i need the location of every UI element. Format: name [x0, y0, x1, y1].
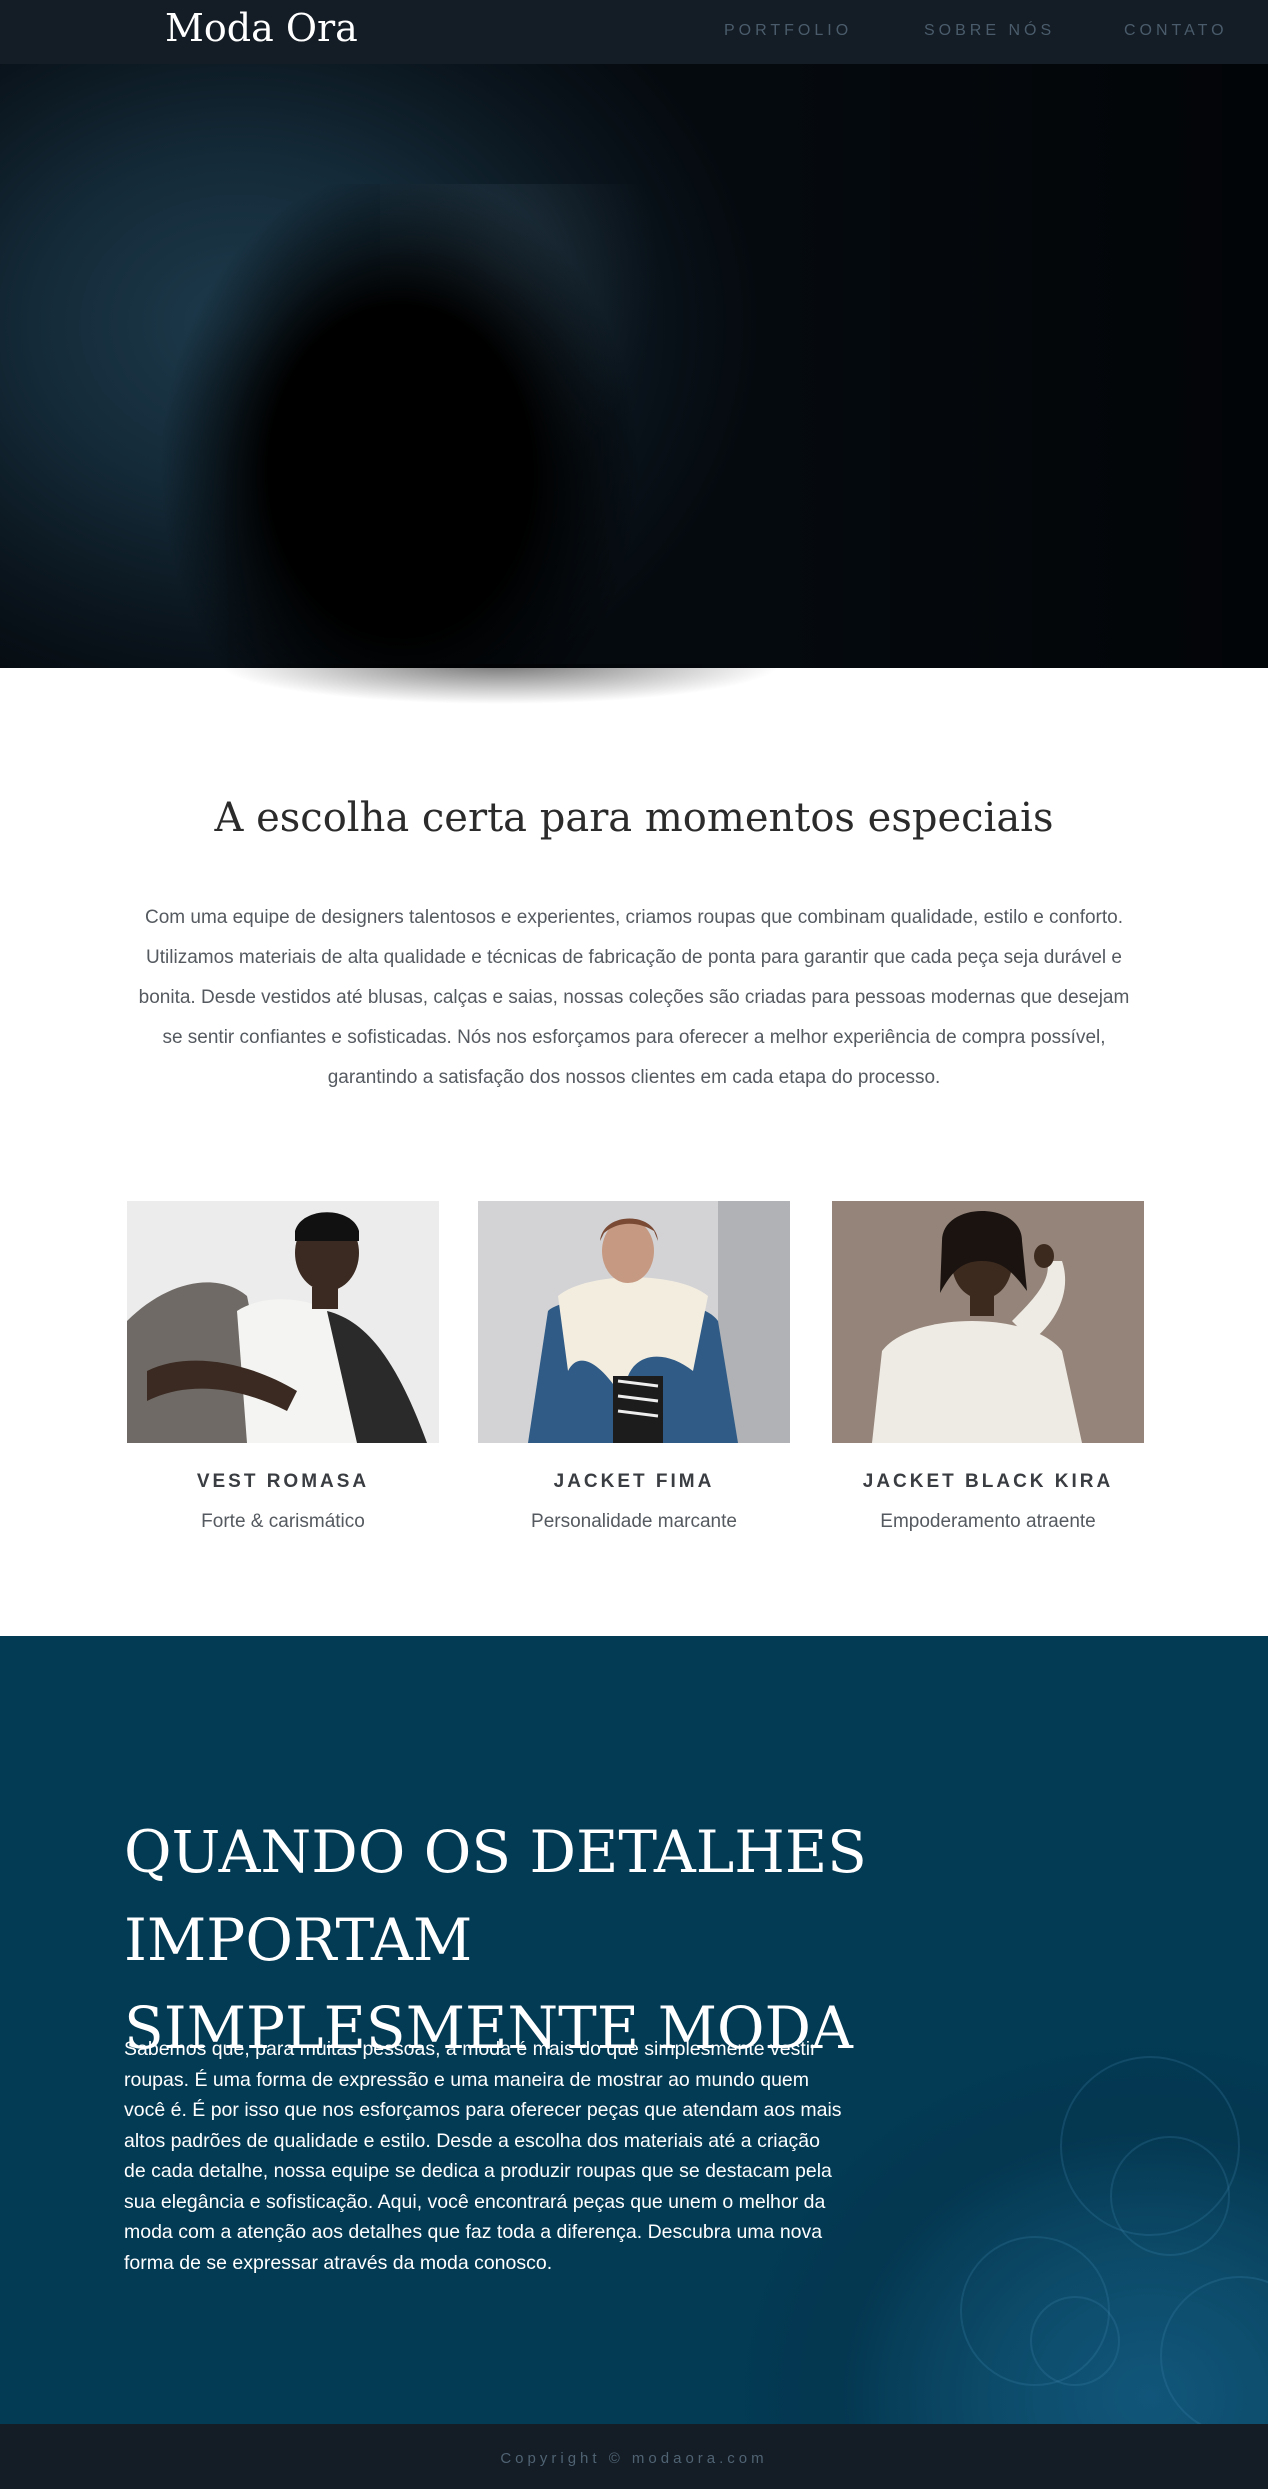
- hero-image: [0, 64, 1268, 668]
- product-description: Personalidade marcante: [531, 1511, 737, 1532]
- product-card-jacket-fima[interactable]: JACKET FIMA Personalidade marcante: [478, 1201, 790, 1533]
- product-description: Empoderamento atraente: [880, 1511, 1096, 1532]
- man-in-plaid-blazer-photo: [127, 1201, 439, 1443]
- product-photo[interactable]: [127, 1201, 439, 1443]
- ornament-swirl: [1110, 2136, 1230, 2256]
- nav-link-sobre-nos[interactable]: SOBRE NÓS: [924, 22, 1124, 40]
- feature-text: Sabemos que, para muitas pessoas, a moda…: [124, 2038, 842, 2274]
- hero-shadow: [220, 664, 780, 744]
- site-logo[interactable]: Moda Ora: [165, 6, 358, 50]
- hero-model-silhouette: [140, 184, 660, 668]
- main-nav: PORTFOLIO SOBRE NÓS CONTATO: [724, 22, 1268, 40]
- product-photo[interactable]: [832, 1201, 1144, 1443]
- product-card-jacket-black-kira[interactable]: JACKET BLACK KIRA Empoderamento atraente: [832, 1201, 1144, 1533]
- hero-shade: [748, 64, 1268, 668]
- product-card-vest-romasa[interactable]: VEST ROMASA Forte & carismático: [127, 1201, 439, 1533]
- about-title: A escolha certa para momentos especiais: [214, 795, 1054, 841]
- about-text: Com uma equipe de designers talentosos e…: [138, 907, 1130, 1088]
- site-header: Moda Ora PORTFOLIO SOBRE NÓS CONTATO: [0, 0, 1268, 64]
- product-description: Forte & carismático: [201, 1511, 365, 1532]
- product-name[interactable]: VEST ROMASA: [127, 1471, 439, 1493]
- ornament-swirl: [1160, 2276, 1268, 2424]
- nav-link-contato[interactable]: CONTATO: [1124, 22, 1268, 40]
- feature-title-line1: QUANDO OS DETALHES IMPORTAM: [124, 1818, 867, 1974]
- copyright-text: Copyright © modaora.com: [500, 2450, 768, 2467]
- product-photo[interactable]: [478, 1201, 790, 1443]
- nav-link-portfolio[interactable]: PORTFOLIO: [724, 22, 924, 40]
- ornament-swirl: [1030, 2296, 1120, 2386]
- woman-in-white-blouse-photo: [832, 1201, 1144, 1443]
- feature-title: QUANDO OS DETALHES IMPORTAM SIMPLESMENTE…: [124, 1808, 1124, 2072]
- product-name[interactable]: JACKET BLACK KIRA: [832, 1471, 1144, 1493]
- woman-in-fur-collar-jacket-photo: [478, 1201, 790, 1443]
- product-name[interactable]: JACKET FIMA: [478, 1471, 790, 1493]
